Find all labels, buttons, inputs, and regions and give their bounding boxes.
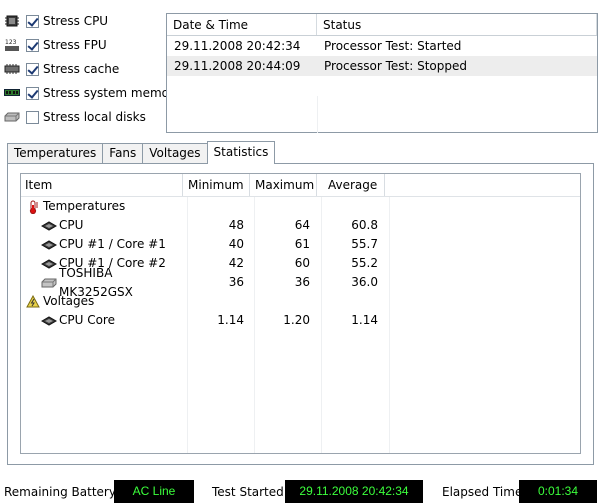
test-started-value: 29.11.2008 20:42:34 bbox=[285, 480, 423, 503]
log-status: Processor Test: Stopped bbox=[324, 59, 467, 73]
average-value: 55.7 bbox=[351, 237, 378, 251]
stress-memory-checkbox[interactable] bbox=[26, 86, 39, 100]
item-cell: CPU #1 / Core #1 bbox=[21, 235, 183, 254]
statistics-header: Item Minimum Maximum Average bbox=[21, 174, 580, 197]
voltage-icon bbox=[25, 295, 41, 309]
log-datetime: 29.11.2008 20:42:34 bbox=[174, 39, 301, 53]
group-cell: Voltages bbox=[21, 292, 183, 311]
item-name: CPU bbox=[59, 218, 84, 232]
group-cell: Temperatures bbox=[21, 197, 183, 216]
maximum-value: 60 bbox=[294, 256, 310, 270]
thermometer-icon bbox=[25, 200, 41, 214]
stress-fpu-checkbox[interactable] bbox=[26, 38, 39, 52]
table-row[interactable]: CPU 48 64 60.8 bbox=[21, 216, 580, 235]
cpu-icon bbox=[41, 314, 57, 328]
statistics-table[interactable]: Item Minimum Maximum Average Temperature… bbox=[20, 173, 581, 454]
minimum-value: 36 bbox=[228, 275, 244, 289]
cpu-icon bbox=[41, 257, 57, 271]
stress-memory-option[interactable]: Stress system memory bbox=[4, 81, 181, 105]
group-label: Voltages bbox=[43, 294, 95, 308]
column-divider bbox=[321, 197, 322, 453]
stress-cache-checkbox[interactable] bbox=[26, 62, 39, 76]
maximum-value: 61 bbox=[294, 237, 310, 251]
average-value: 1.14 bbox=[351, 313, 378, 327]
log-header: Date & Time Status bbox=[167, 14, 597, 36]
disk-icon bbox=[41, 276, 57, 290]
stress-cache-option[interactable]: Stress cache bbox=[4, 57, 164, 81]
memory-icon bbox=[4, 85, 20, 101]
log-column-datetime[interactable]: Date & Time bbox=[167, 14, 317, 35]
stress-memory-label: Stress system memory bbox=[43, 86, 182, 100]
statistics-panel: Item Minimum Maximum Average Temperature… bbox=[7, 163, 594, 465]
column-divider bbox=[187, 197, 188, 453]
tab-voltages[interactable]: Voltages bbox=[142, 143, 208, 163]
item-cell: CPU bbox=[21, 216, 183, 235]
log-status: Processor Test: Started bbox=[324, 39, 462, 53]
item-name: CPU Core bbox=[59, 313, 115, 327]
tab-strip: Temperatures Fans Voltages Statistics bbox=[7, 141, 276, 164]
table-row[interactable]: CPU #1 / Core #1 40 61 55.7 bbox=[21, 235, 580, 254]
log-empty-area bbox=[167, 96, 597, 133]
stress-cpu-label: Stress CPU bbox=[43, 14, 109, 28]
column-minimum[interactable]: Minimum bbox=[183, 174, 250, 196]
tab-temperatures[interactable]: Temperatures bbox=[7, 143, 104, 163]
maximum-value: 1.20 bbox=[283, 313, 310, 327]
group-row-temperatures[interactable]: Temperatures bbox=[21, 197, 580, 216]
maximum-value: 36 bbox=[294, 275, 310, 289]
stress-disks-label: Stress local disks bbox=[43, 110, 146, 124]
stress-cpu-checkbox[interactable] bbox=[26, 14, 39, 28]
remaining-battery-label: Remaining Battery: bbox=[4, 485, 120, 499]
stress-cpu-option[interactable]: Stress CPU bbox=[4, 9, 164, 33]
log-datetime: 29.11.2008 20:44:09 bbox=[174, 59, 301, 73]
test-started-label: Test Started: bbox=[212, 485, 288, 499]
group-row-voltages[interactable]: Voltages bbox=[21, 292, 580, 311]
tab-statistics[interactable]: Statistics bbox=[206, 141, 276, 164]
item-cell: CPU Core bbox=[21, 311, 183, 330]
group-label: Temperatures bbox=[43, 199, 126, 213]
status-bar: Remaining Battery: AC Line Test Started:… bbox=[0, 477, 600, 503]
column-divider bbox=[389, 197, 390, 453]
tab-fans[interactable]: Fans bbox=[102, 143, 144, 163]
elapsed-time-value: 0:01:34 bbox=[519, 480, 597, 503]
remaining-battery-value: AC Line bbox=[114, 480, 194, 503]
maximum-value: 64 bbox=[294, 218, 310, 232]
disk-icon bbox=[4, 109, 20, 125]
cpu-icon bbox=[41, 238, 57, 252]
stress-options: Stress CPU 123 Stress FPU Stress cache S… bbox=[4, 9, 181, 129]
item-cell: TOSHIBA MK3252GSX bbox=[21, 266, 183, 299]
average-value: 36.0 bbox=[351, 275, 378, 289]
fpu-icon: 123 bbox=[4, 37, 20, 53]
stress-cache-label: Stress cache bbox=[43, 62, 120, 76]
average-value: 55.2 bbox=[351, 256, 378, 270]
cpu-icon bbox=[41, 219, 57, 233]
table-row[interactable]: CPU Core 1.14 1.20 1.14 bbox=[21, 311, 580, 330]
column-maximum[interactable]: Maximum bbox=[250, 174, 317, 196]
stress-disks-option[interactable]: Stress local disks bbox=[4, 105, 164, 129]
stress-fpu-label: Stress FPU bbox=[43, 38, 107, 52]
elapsed-time-label: Elapsed Time: bbox=[442, 485, 527, 499]
minimum-value: 48 bbox=[228, 218, 244, 232]
stress-fpu-option[interactable]: 123 Stress FPU bbox=[4, 33, 164, 57]
item-name: CPU #1 / Core #1 bbox=[59, 237, 166, 251]
cache-icon bbox=[4, 61, 20, 77]
average-value: 60.8 bbox=[351, 218, 378, 232]
minimum-value: 1.14 bbox=[217, 313, 244, 327]
log-column-status[interactable]: Status bbox=[317, 14, 597, 35]
column-item[interactable]: Item bbox=[21, 174, 183, 196]
column-divider bbox=[254, 197, 255, 453]
cpu-icon bbox=[4, 13, 20, 29]
log-row[interactable]: 29.11.2008 20:42:34 Processor Test: Star… bbox=[167, 36, 597, 56]
svg-text:123: 123 bbox=[5, 39, 17, 46]
log-row[interactable]: 29.11.2008 20:44:09 Processor Test: Stop… bbox=[167, 56, 597, 76]
event-log-table[interactable]: Date & Time Status 29.11.2008 20:42:34 P… bbox=[166, 13, 598, 133]
minimum-value: 42 bbox=[228, 256, 244, 270]
column-average[interactable]: Average bbox=[317, 174, 385, 196]
stress-disks-checkbox[interactable] bbox=[26, 110, 39, 124]
minimum-value: 40 bbox=[228, 237, 244, 251]
table-row[interactable]: TOSHIBA MK3252GSX 36 36 36.0 bbox=[21, 266, 580, 299]
